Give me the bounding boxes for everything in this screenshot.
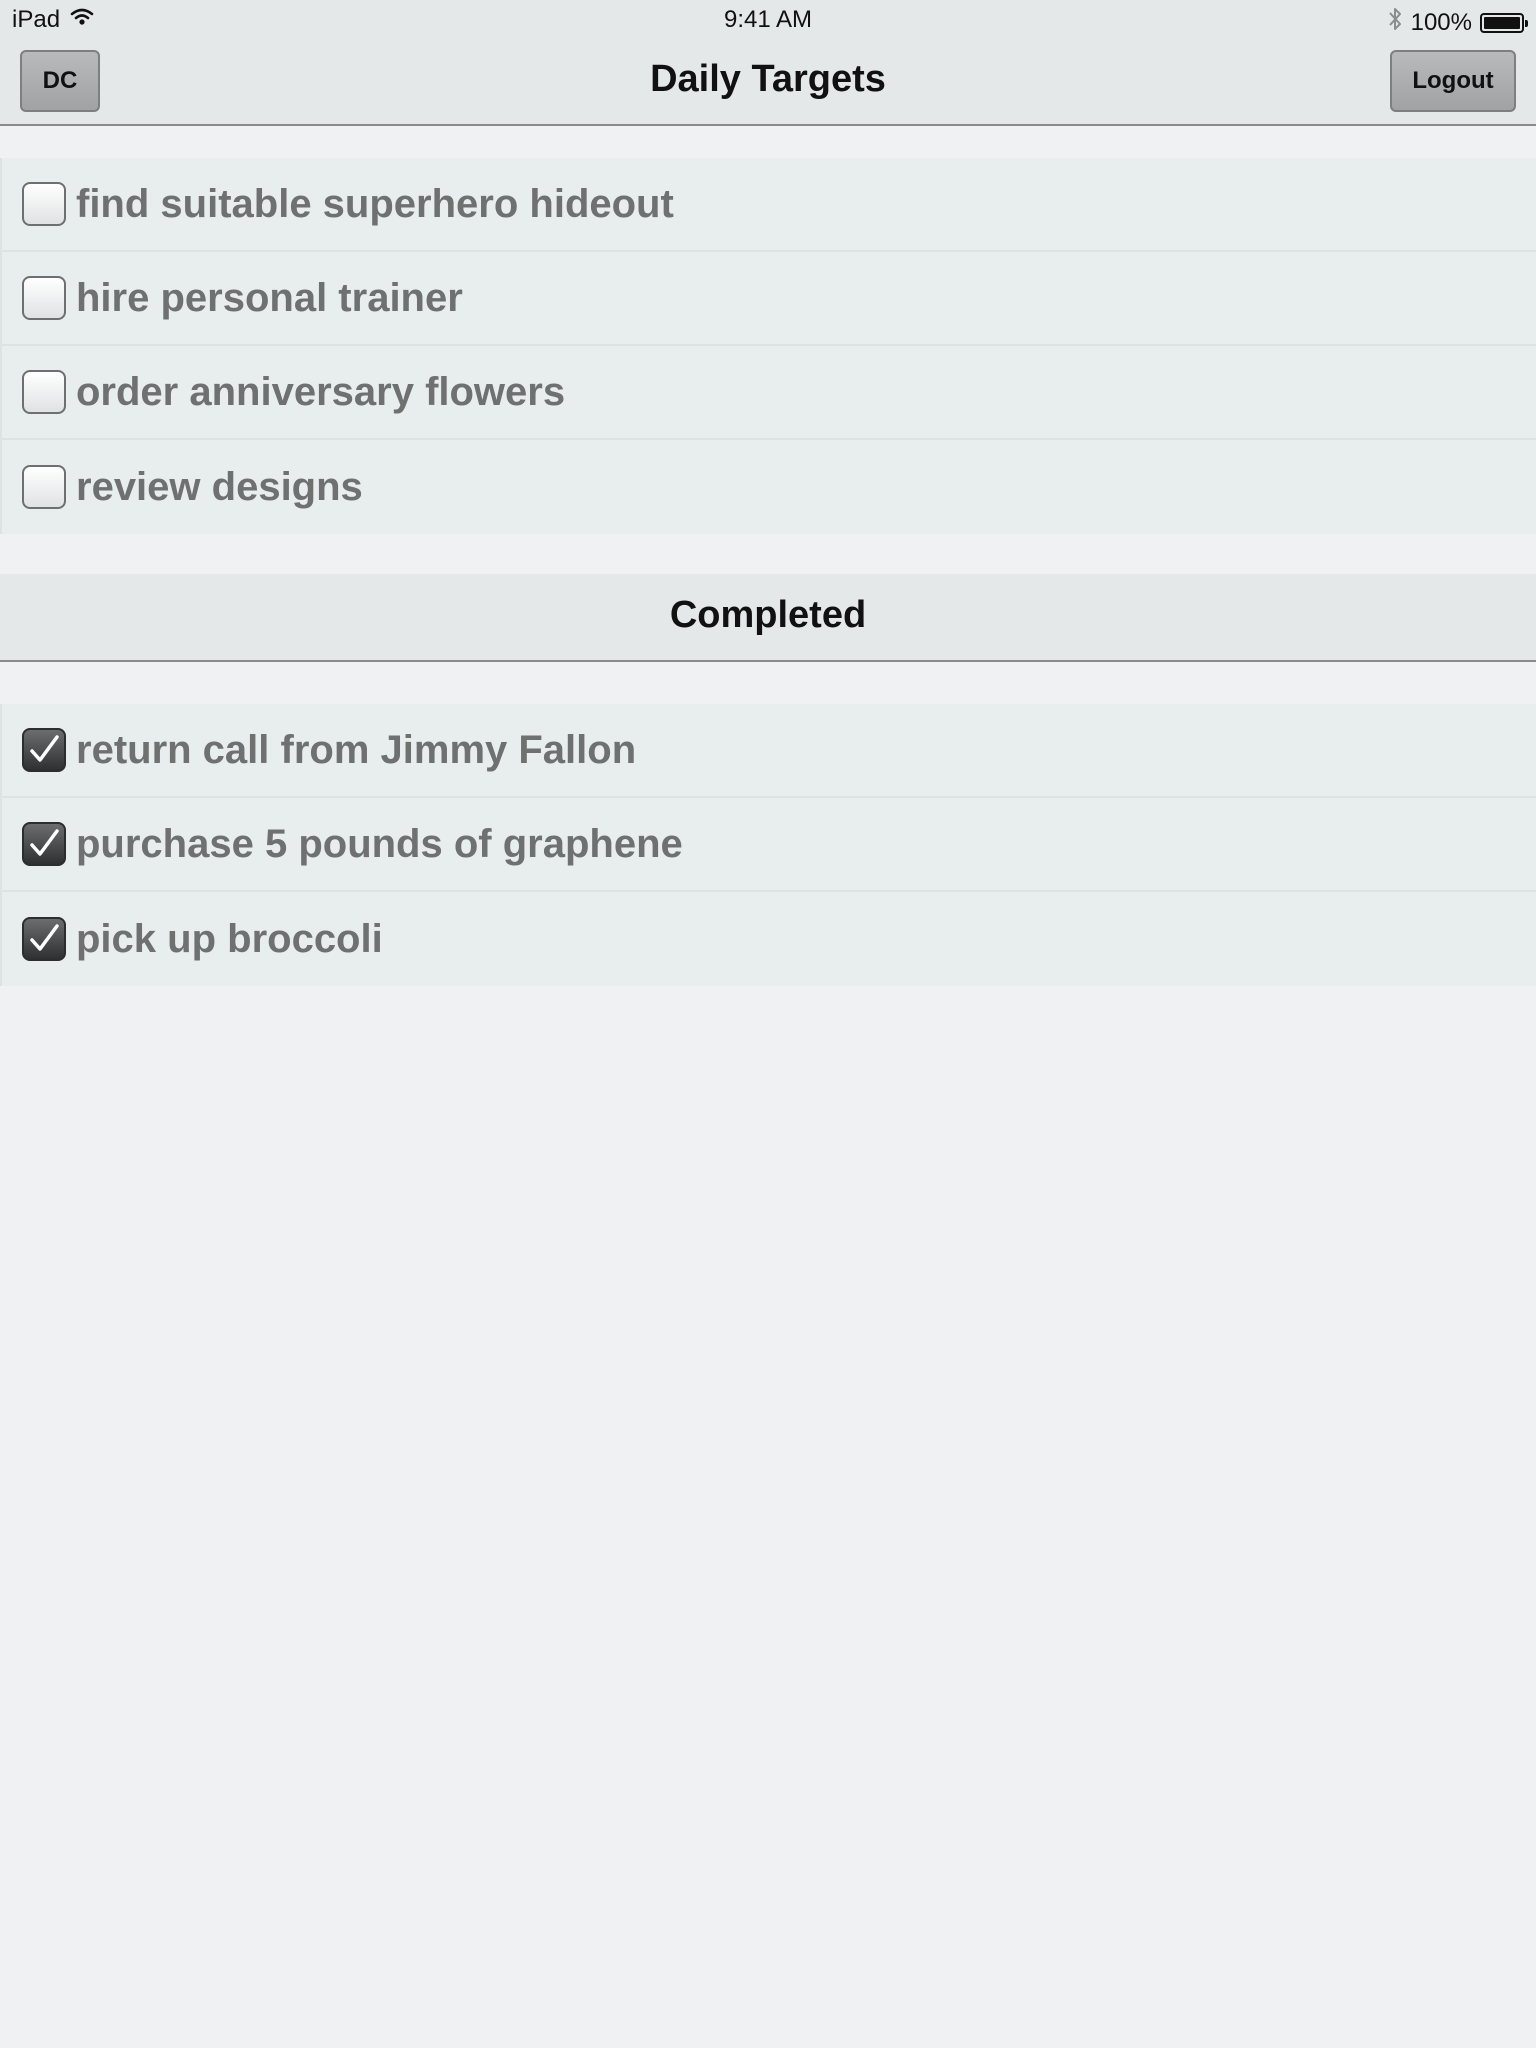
item-label: return call from Jimmy Fallon [76, 727, 637, 772]
checkmark-icon [30, 735, 59, 762]
list-item[interactable]: hire personal trainer [0, 252, 1536, 346]
list-item[interactable]: purchase 5 pounds of graphene [0, 798, 1536, 892]
status-right: 100% [1387, 6, 1528, 39]
completed-section-header: Completed [0, 574, 1536, 662]
targets-list: find suitable superhero hideout hire per… [0, 158, 1536, 534]
checkbox[interactable] [22, 465, 66, 509]
checkbox[interactable] [22, 276, 66, 320]
checkbox-checked[interactable] [22, 728, 66, 772]
checkmark-icon [30, 924, 59, 951]
checkbox[interactable] [22, 182, 66, 226]
item-label: purchase 5 pounds of graphene [76, 821, 683, 866]
logout-button[interactable]: Logout [1390, 50, 1516, 112]
list-item[interactable]: return call from Jimmy Fallon [0, 704, 1536, 798]
completed-title: Completed [669, 594, 867, 636]
status-bar: iPad 9:41 AM 100% [0, 0, 1536, 40]
completed-list: return call from Jimmy Fallon purchase 5… [0, 704, 1536, 986]
item-label: review designs [76, 464, 363, 509]
status-time: 9:41 AM [723, 6, 813, 33]
list-item[interactable]: find suitable superhero hideout [0, 158, 1536, 252]
battery-icon [1480, 12, 1528, 33]
list-item[interactable]: pick up broccoli [0, 892, 1536, 986]
bluetooth-icon [1387, 6, 1403, 39]
checkbox-checked[interactable] [22, 822, 66, 866]
checkbox-checked[interactable] [22, 917, 66, 961]
item-label: find suitable superhero hideout [76, 181, 674, 226]
item-label: pick up broccoli [76, 916, 383, 961]
checkmark-icon [30, 829, 59, 856]
battery-percentage: 100% [1410, 8, 1472, 36]
item-label: hire personal trainer [76, 275, 463, 320]
checkbox[interactable] [22, 370, 66, 414]
battery-fill [1484, 16, 1520, 29]
list-item[interactable]: review designs [0, 440, 1536, 534]
page-title: Daily Targets [650, 58, 886, 100]
item-label: order anniversary flowers [76, 369, 566, 414]
list-item[interactable]: order anniversary flowers [0, 346, 1536, 440]
navigation-bar: DC Daily Targets Logout [0, 40, 1536, 126]
